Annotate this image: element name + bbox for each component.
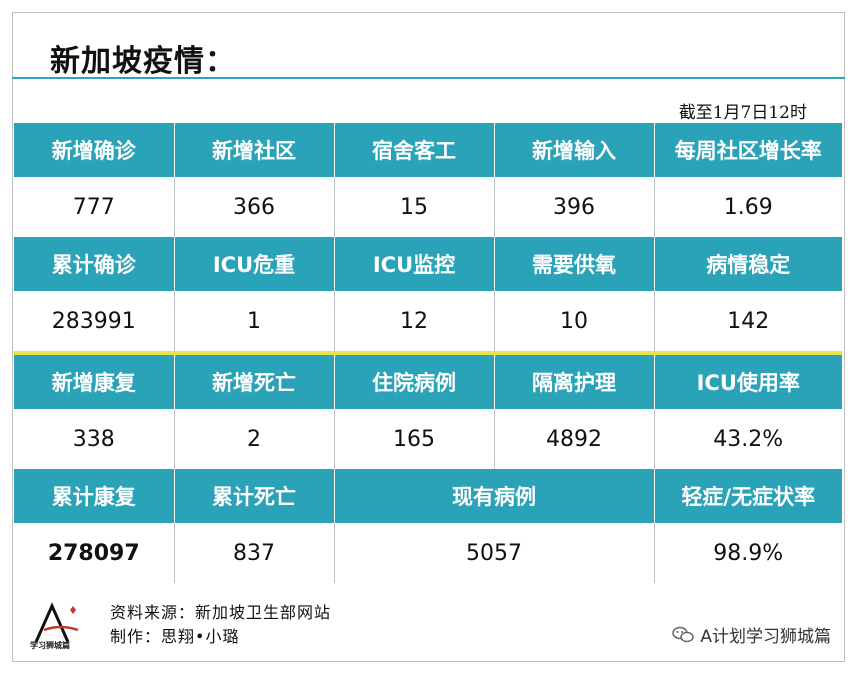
header-cell: 新增输入 [494, 123, 655, 177]
header-row: 新增康复 新增死亡 住院病例 隔离护理 ICU使用率 [14, 355, 842, 409]
header-cell: 累计死亡 [174, 469, 335, 523]
header-cell: 每周社区增长率 [654, 123, 842, 177]
value-cell: 777 [14, 177, 175, 237]
page-title: 新加坡疫情： [50, 44, 236, 79]
value-cell: 142 [654, 291, 842, 351]
value-cell: 4892 [494, 409, 655, 469]
value-row: 278097 837 5057 98.9% [14, 523, 842, 583]
header-cell: 宿舍客工 [334, 123, 495, 177]
value-cell: 278097 [14, 523, 175, 583]
value-cell: 98.9% [654, 523, 842, 583]
watermark-text: A计划学习狮城篇 [700, 627, 831, 647]
value-cell: 338 [14, 409, 175, 469]
value-cell: 2 [174, 409, 335, 469]
account-watermark: A计划学习狮城篇 [672, 622, 831, 647]
header-cell: 住院病例 [334, 355, 495, 409]
value-cell: 43.2% [654, 409, 842, 469]
value-row: 777 366 15 396 1.69 [14, 177, 842, 237]
header-row: 累计确诊 ICU危重 ICU监控 需要供氧 病情稳定 [14, 237, 842, 291]
value-row: 338 2 165 4892 43.2% [14, 409, 842, 469]
header-cell: 现有病例 [334, 469, 655, 523]
footer-credits: 资料来源：新加坡卫生部网站 制作：思翔•小璐 [110, 601, 331, 649]
wechat-icon [672, 626, 695, 642]
header-cell: 累计康复 [14, 469, 175, 523]
author-text: 制作：思翔•小璐 [110, 627, 240, 646]
value-row: 283991 1 12 10 142 [14, 291, 842, 351]
date-label: 截至1月7日12时 [678, 103, 807, 123]
header-cell: ICU使用率 [654, 355, 842, 409]
header-cell: ICU监控 [334, 237, 495, 291]
header-cell: 新增确诊 [14, 123, 175, 177]
header-cell: 隔离护理 [494, 355, 655, 409]
logo-caption: 学习狮城篇 [30, 641, 70, 650]
value-cell: 283991 [14, 291, 175, 351]
value-cell: 5057 [334, 523, 655, 583]
header-cell: 新增康复 [14, 355, 175, 409]
header-cell: 新增社区 [174, 123, 335, 177]
header-cell: ICU危重 [174, 237, 335, 291]
header-cell: 需要供氧 [494, 237, 655, 291]
value-cell: 837 [174, 523, 335, 583]
value-cell: 1 [174, 291, 335, 351]
title-divider [12, 77, 845, 79]
header-cell: 新增死亡 [174, 355, 335, 409]
value-cell: 396 [494, 177, 655, 237]
value-cell: 10 [494, 291, 655, 351]
header-row: 新增确诊 新增社区 宿舍客工 新增输入 每周社区增长率 [14, 123, 842, 177]
header-cell: 轻症/无症状率 [654, 469, 842, 523]
value-cell: 366 [174, 177, 335, 237]
header-cell: 病情稳定 [654, 237, 842, 291]
value-cell: 15 [334, 177, 495, 237]
source-text: 资料来源：新加坡卫生部网站 [110, 603, 332, 622]
stats-table: 新增确诊 新增社区 宿舍客工 新增输入 每周社区增长率 777 366 15 3… [14, 123, 842, 583]
value-cell: 165 [334, 409, 495, 469]
header-cell: 累计确诊 [14, 237, 175, 291]
header-row: 累计康复 累计死亡 现有病例 轻症/无症状率 [14, 469, 842, 523]
value-cell: 1.69 [654, 177, 842, 237]
value-cell: 12 [334, 291, 495, 351]
